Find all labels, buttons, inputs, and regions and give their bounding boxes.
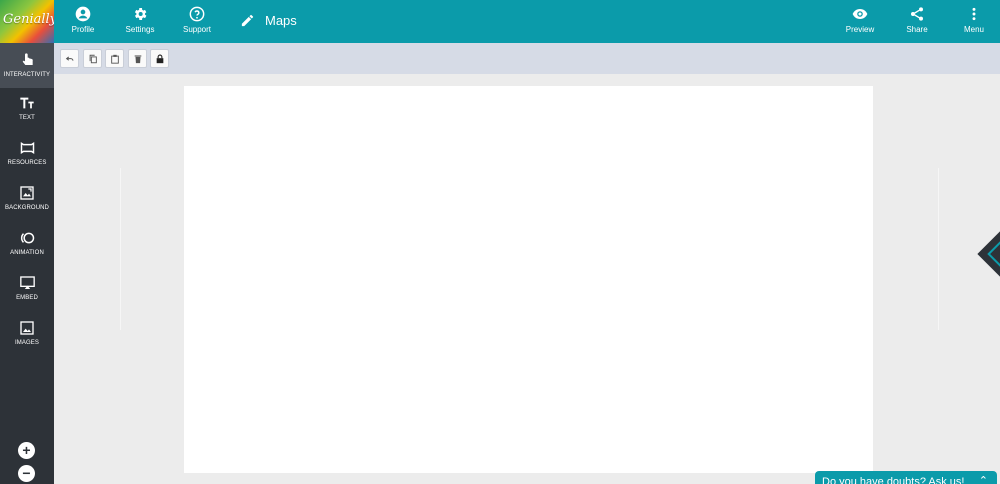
sidebar-item-background[interactable]: BACKGROUND [0,178,54,223]
side-panel-toggle-icon [987,241,1000,267]
chevron-up-icon: ⌃ [978,475,988,484]
settings-button[interactable]: Settings [115,6,165,34]
more-vertical-icon [972,7,976,21]
zoom-in-button[interactable]: + [18,442,35,459]
document-title[interactable]: Maps [265,13,297,28]
sidebar-item-label: TEXT [19,115,35,121]
text-icon [20,97,34,109]
trash-icon [134,54,141,63]
profile-label: Profile [71,25,95,34]
paste-icon [110,54,119,64]
profile-icon [75,6,91,22]
sidebar-item-embed[interactable]: EMBED [0,268,54,313]
sidebar-item-label: RESOURCES [7,160,47,166]
genially-logo[interactable]: Genially [0,0,54,43]
sidebar-item-text[interactable]: TEXT [0,88,54,133]
document-title-area[interactable]: Maps [240,13,297,28]
pencil-icon[interactable] [240,13,255,28]
copy-button[interactable] [83,49,102,68]
copy-icon [89,54,97,63]
resources-icon [20,141,34,155]
gear-icon [134,8,147,20]
lock-button[interactable] [150,49,169,68]
sidebar-item-images[interactable]: IMAGES [0,313,54,358]
undo-button[interactable] [60,49,79,68]
background-icon [20,186,34,200]
help-chat-label: Do you have doubts? Ask us! [822,476,965,484]
sidebar-item-interactivity[interactable]: INTERACTIVITY [0,43,54,88]
help-circle-icon [189,6,205,22]
delete-button[interactable] [128,49,147,68]
animation-icon [20,232,34,244]
image-icon [20,321,34,335]
sidebar-item-label: INTERACTIVITY [3,72,51,78]
menu-label: Menu [963,25,984,34]
sidebar-item-label: BACKGROUND [4,205,49,211]
left-sidebar: INTERACTIVITY TEXT RESOURCES BACKGROUND … [0,43,54,484]
share-icon [911,7,923,21]
sidebar-item-animation[interactable]: ANIMATION [0,223,54,268]
guide-line-right [938,168,939,330]
undo-icon [65,56,73,61]
sidebar-item-label: IMAGES [15,340,39,346]
touch-icon [22,53,33,65]
lock-icon [156,54,163,63]
support-button[interactable]: Support [172,6,222,34]
zoom-out-button[interactable]: − [18,465,35,482]
profile-button[interactable]: Profile [58,6,108,34]
embed-icon [19,276,35,289]
help-chat-tab[interactable]: Do you have doubts? Ask us! ⌃ [815,471,997,484]
menu-button[interactable]: Menu [949,6,999,34]
sidebar-item-resources[interactable]: RESOURCES [0,133,54,178]
sidebar-item-label: ANIMATION [10,250,44,256]
top-bar: Genially Profile Settings Support Maps P… [0,0,1000,43]
share-label: Share [906,25,928,34]
edit-toolbar [54,43,1000,74]
eye-icon [852,9,868,19]
side-panel-toggle[interactable] [977,231,1000,277]
logo-text: Genially [3,12,54,27]
support-label: Support [182,25,212,34]
sidebar-item-label: EMBED [16,295,38,301]
preview-label: Preview [845,25,875,34]
slide-canvas[interactable] [184,86,873,473]
share-button[interactable]: Share [892,6,942,34]
settings-label: Settings [125,25,155,34]
paste-button[interactable] [105,49,124,68]
preview-button[interactable]: Preview [835,6,885,34]
guide-line-left [120,168,121,330]
